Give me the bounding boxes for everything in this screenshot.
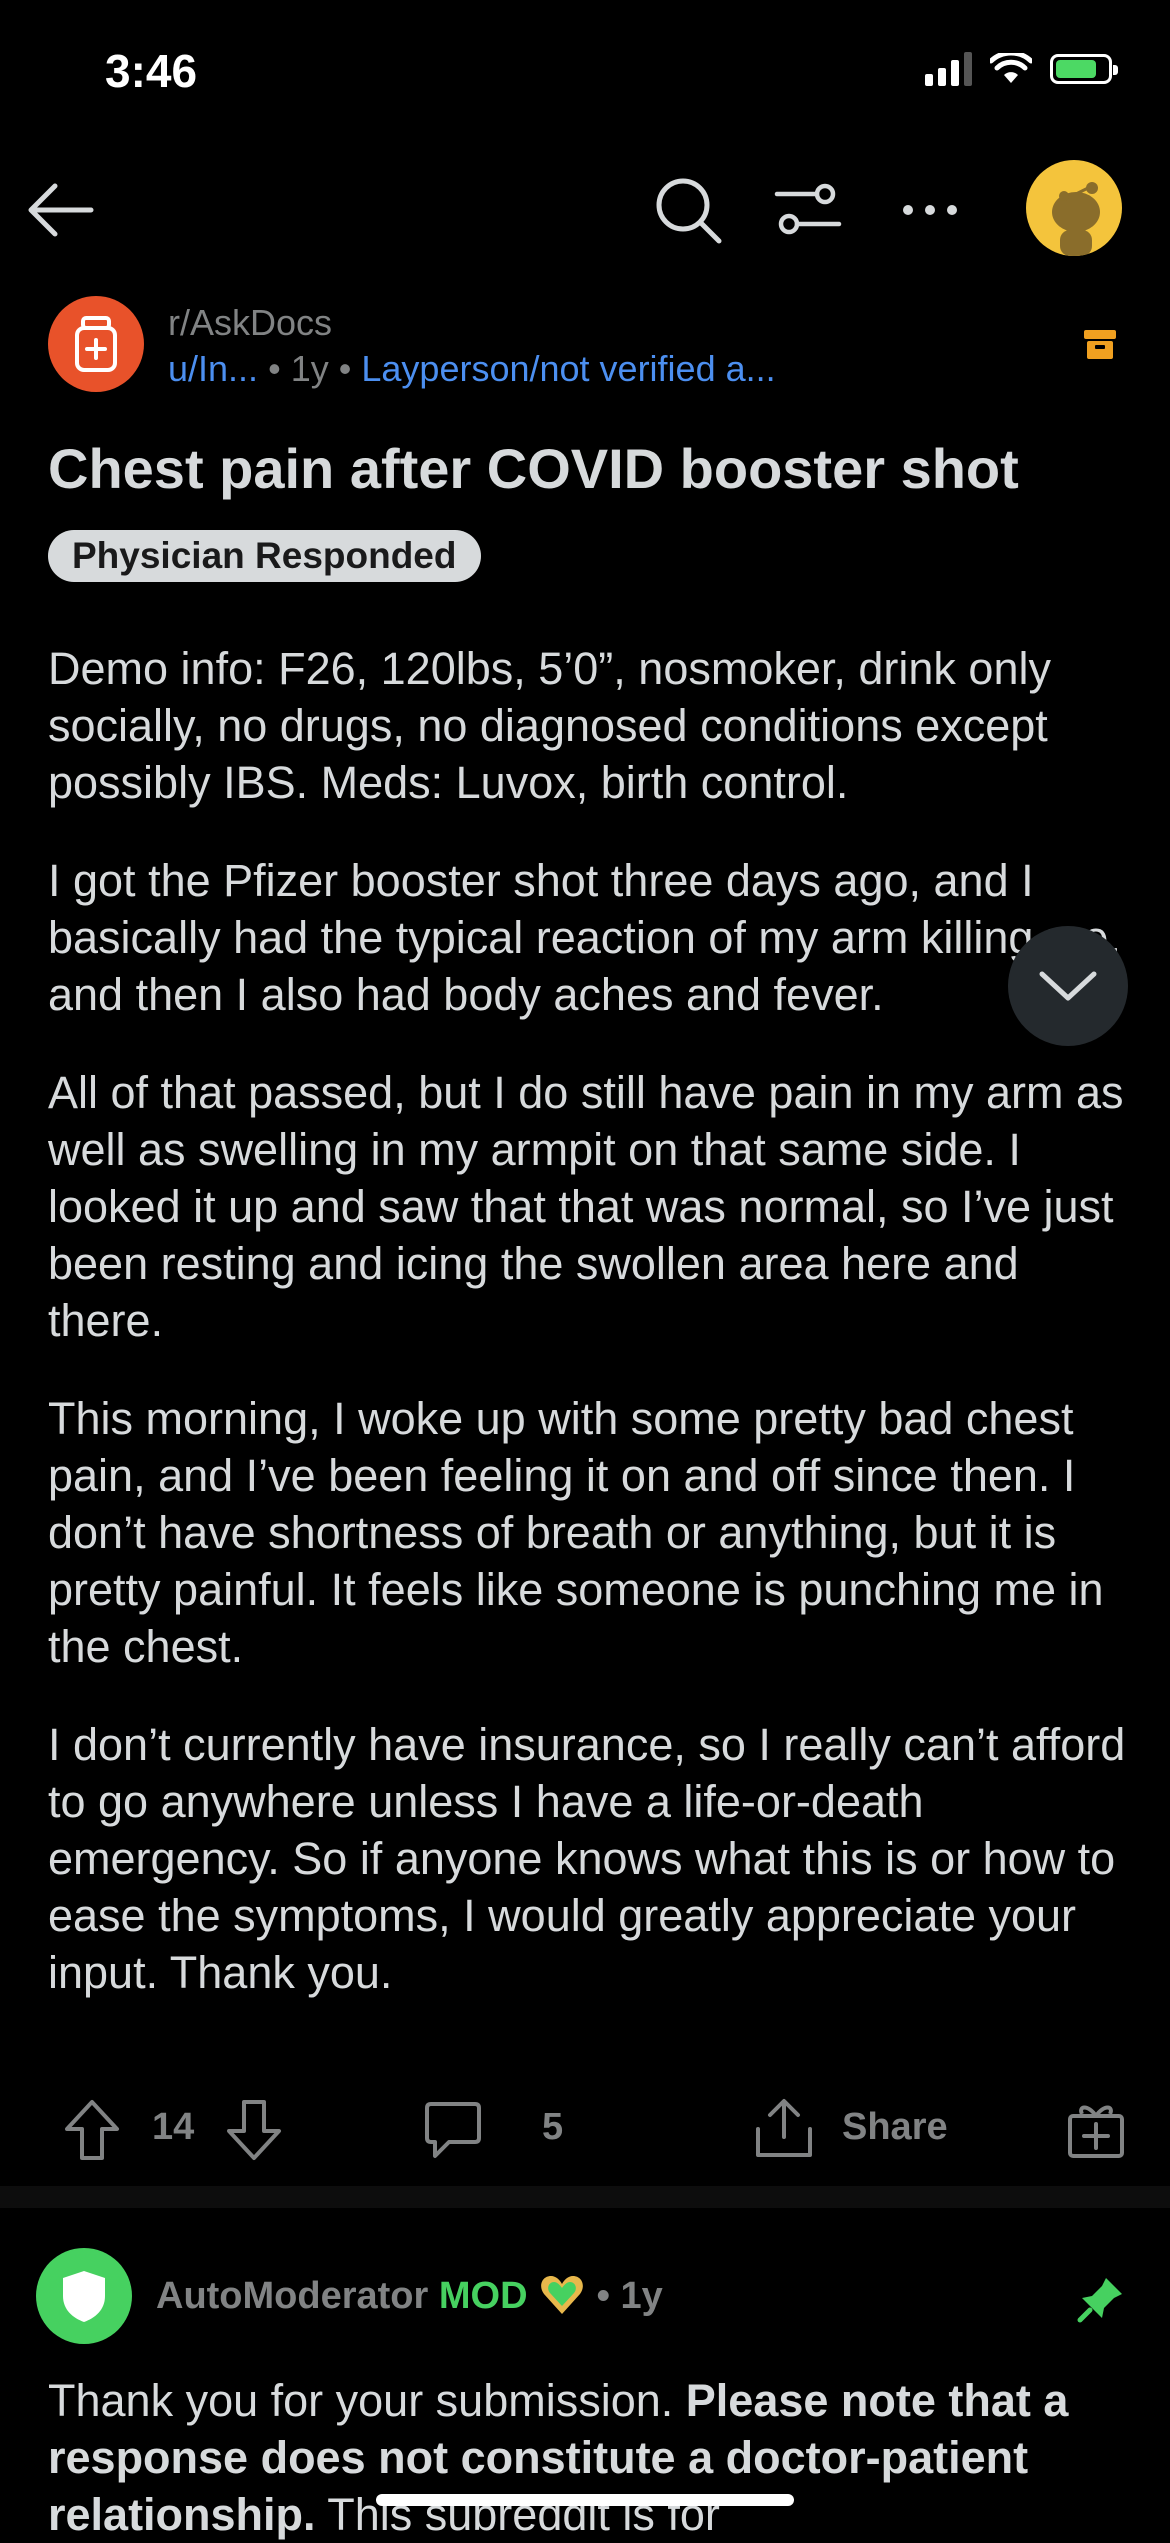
post-paragraph: I don’t currently have insurance, so I r… — [48, 1719, 1126, 1998]
search-icon — [656, 178, 722, 244]
post-age: 1y — [290, 348, 329, 389]
comment-meta: AutoModerator MOD • 1y — [156, 2272, 663, 2318]
subreddit-name[interactable]: r/AskDocs — [168, 302, 332, 344]
comment-text-lead: Thank you for your submission. — [48, 2375, 686, 2426]
wifi-icon — [990, 53, 1032, 83]
post-paragraph: Demo info: F26, 120lbs, 5’0”, nosmoker, … — [48, 643, 1051, 808]
share-icon — [756, 2099, 812, 2157]
more-options-button[interactable] — [890, 170, 970, 250]
post-paragraph: This morning, I woke up with some pretty… — [48, 1393, 1104, 1672]
post-paragraph: All of that passed, but I do still have … — [48, 1067, 1124, 1346]
back-arrow-icon — [28, 183, 94, 237]
post-flair[interactable]: Physician Responded — [48, 530, 481, 582]
comments-button[interactable] — [418, 2098, 488, 2162]
scroll-to-comments-button[interactable] — [1008, 926, 1128, 1046]
filter-icon — [774, 183, 842, 235]
post-meta: u/In... • 1y • Layperson/not verified a.… — [168, 348, 776, 390]
chevron-down-icon — [1039, 971, 1097, 1001]
comment-author[interactable]: AutoModerator — [156, 2275, 428, 2317]
search-button[interactable] — [648, 170, 728, 250]
section-divider — [0, 2186, 1170, 2208]
more-icon — [903, 205, 957, 215]
post-action-bar: 14 5 Share — [48, 2090, 1128, 2170]
user-avatar-button[interactable] — [1026, 160, 1122, 256]
home-indicator[interactable] — [376, 2494, 794, 2506]
upvote-button[interactable] — [62, 2098, 122, 2162]
post-header: r/AskDocs u/In... • 1y • Layperson/not v… — [48, 296, 1128, 396]
award-button[interactable] — [1064, 2096, 1128, 2162]
mod-badge: MOD — [438, 2275, 528, 2317]
share-button[interactable]: Share — [842, 2106, 948, 2149]
meta-separator: • — [596, 2275, 610, 2317]
battery-icon — [1050, 54, 1118, 84]
vote-count: 14 — [152, 2106, 195, 2148]
back-button[interactable] — [20, 170, 100, 250]
sort-filter-button[interactable] — [768, 170, 848, 250]
comment-count: 5 — [542, 2106, 564, 2148]
status-icons — [925, 52, 1118, 86]
comment-icon — [425, 2102, 481, 2158]
user-flair[interactable]: Layperson/not verified a... — [361, 348, 775, 389]
heart-badge-icon — [541, 2276, 583, 2314]
automod-avatar[interactable] — [36, 2248, 132, 2344]
top-nav-bar — [0, 140, 1170, 270]
post-title: Chest pain after COVID booster shot — [48, 437, 1019, 500]
shield-icon — [63, 2271, 105, 2322]
upvote-icon — [65, 2100, 119, 2160]
archive-icon — [1084, 330, 1116, 359]
downvote-button[interactable] — [224, 2098, 284, 2162]
award-icon — [1068, 2105, 1124, 2158]
status-time: 3:46 — [105, 45, 198, 97]
meta-separator: • — [268, 348, 281, 389]
subreddit-avatar[interactable] — [48, 296, 144, 392]
post-body: Demo info: F26, 120lbs, 5’0”, nosmoker, … — [48, 640, 1128, 2042]
signal-icon — [925, 52, 972, 86]
medical-kit-icon — [75, 316, 117, 372]
status-bar: 3:46 — [0, 0, 1170, 140]
post-paragraph: I got the Pfizer booster shot three days… — [48, 855, 1121, 1020]
share-icon-wrap[interactable] — [754, 2096, 814, 2162]
post-author[interactable]: u/In... — [168, 348, 258, 389]
meta-separator: • — [338, 348, 352, 389]
pin-icon — [1077, 2278, 1122, 2323]
snoo-avatar-icon — [1052, 182, 1100, 256]
downvote-icon — [227, 2100, 281, 2160]
comment-age: 1y — [620, 2275, 663, 2317]
comment-body: Thank you for your submission. Please no… — [48, 2372, 1138, 2543]
